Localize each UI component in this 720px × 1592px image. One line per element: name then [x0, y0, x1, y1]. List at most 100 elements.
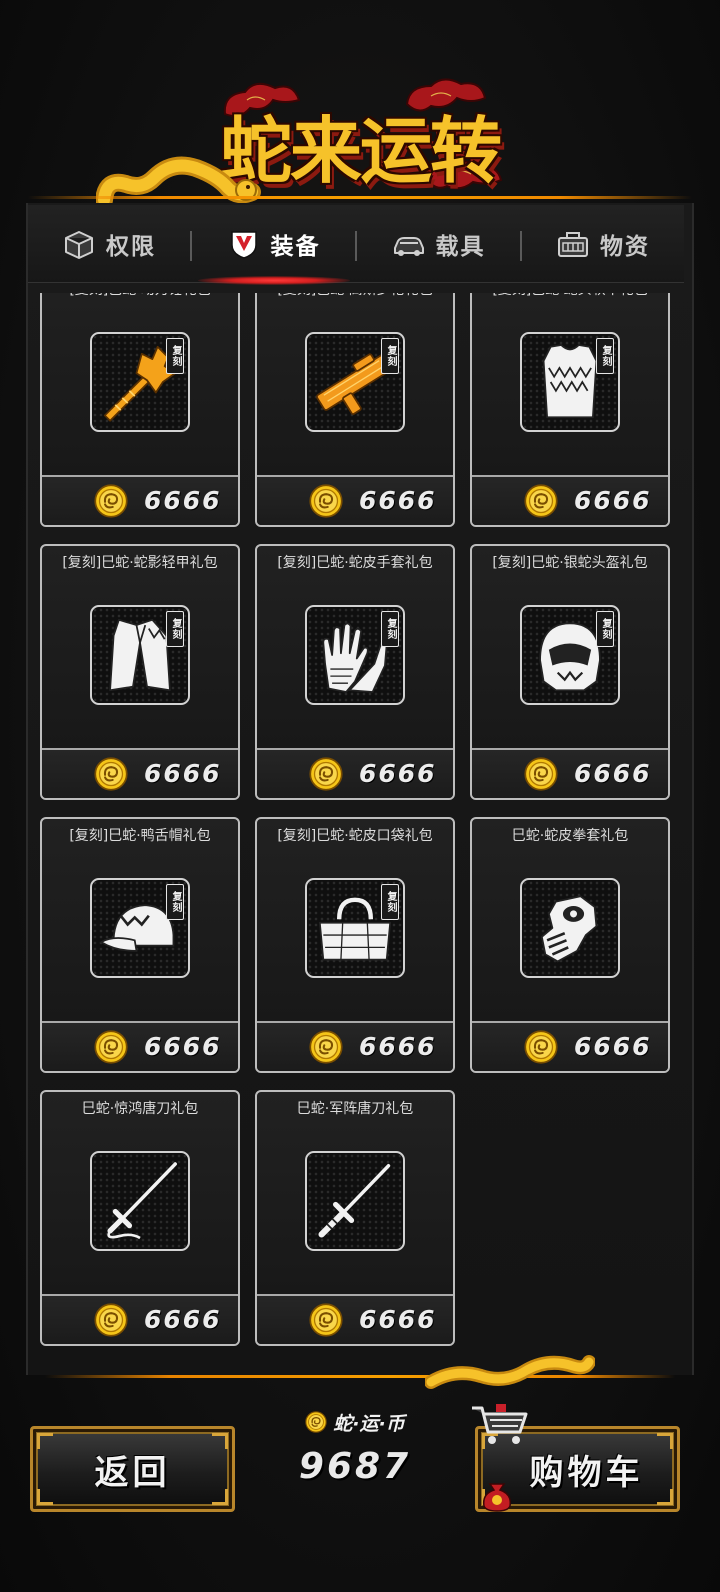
reissue-badge: 复刻 — [381, 338, 399, 374]
red-pouch-icon — [482, 1483, 512, 1512]
snake-coin-icon — [94, 484, 128, 518]
item-image — [305, 1151, 405, 1251]
shop-screen: 蛇来运转 权限 装备 载具 物资 复刻 6666 复刻 6666 复刻 6666… — [0, 0, 720, 1592]
snake-coin-icon — [524, 484, 558, 518]
item-title: [复刻]巳蛇·动力锤礼包 — [42, 293, 238, 307]
tab-permissions[interactable]: 权限 — [28, 205, 190, 283]
back-button[interactable]: 返回 — [30, 1426, 235, 1512]
price-band: 6666 — [42, 1294, 238, 1344]
item-image: 复刻 — [520, 332, 620, 432]
currency-label: 蛇·运·币 — [333, 1412, 405, 1435]
price-band: 6666 — [472, 1021, 668, 1071]
item-title: [复刻]巳蛇·蛇皮手套礼包 — [277, 555, 433, 571]
item-price: 6666 — [574, 1032, 652, 1061]
price-band: 6666 — [472, 475, 668, 525]
price-band: 6666 — [472, 748, 668, 798]
item-price: 6666 — [359, 486, 437, 515]
item-card[interactable]: [复刻]巳蛇·蛇头软甲礼包 复刻 6666 — [470, 293, 670, 527]
snake-coin-icon — [524, 757, 558, 791]
reissue-badge: 复刻 — [166, 338, 184, 374]
category-tabs: 权限 装备 载具 物资 — [28, 205, 684, 283]
item-card[interactable]: [复刻]巳蛇·蛇皮手套礼包 复刻 6666 — [255, 544, 455, 800]
item-title: 巳蛇·军阵唐刀礼包 — [296, 1101, 414, 1117]
tab-equipment[interactable]: 装备 — [192, 205, 355, 283]
item-title: 巳蛇·蛇皮拳套礼包 — [511, 828, 629, 844]
frame-corner — [37, 1489, 53, 1505]
item-price: 6666 — [574, 486, 652, 515]
item-card[interactable]: 巳蛇·惊鸿唐刀礼包 6666 — [40, 1090, 240, 1346]
item-price: 6666 — [359, 1032, 437, 1061]
snake-coin-icon — [524, 1030, 558, 1064]
item-title: [复刻]巳蛇·蛇影轻甲礼包 — [62, 555, 218, 571]
item-card[interactable]: [复刻]巳蛇·银蛇头盔礼包 复刻 6666 — [470, 544, 670, 800]
reissue-badge: 复刻 — [166, 611, 184, 647]
item-image — [90, 1151, 190, 1251]
reissue-badge: 复刻 — [596, 611, 614, 647]
snake-coin-icon — [305, 1411, 327, 1433]
snake-coin-icon — [309, 1030, 343, 1064]
tab-label: 权限 — [106, 234, 156, 260]
sword-icon — [318, 1164, 391, 1238]
tab-supplies[interactable]: 物资 — [522, 205, 684, 283]
item-title: 巳蛇·惊鸿唐刀礼包 — [81, 1101, 199, 1117]
snake-coin-icon — [94, 757, 128, 791]
tab-label: 物资 — [600, 234, 650, 260]
frame-corner — [657, 1489, 673, 1505]
frame-corner — [657, 1433, 673, 1449]
item-title: [复刻]巳蛇·高斯步枪礼包 — [257, 293, 453, 307]
snake-coin-icon — [94, 1303, 128, 1337]
active-tab-indicator — [198, 276, 350, 285]
item-card[interactable]: [复刻]巳蛇·高斯步枪礼包 复刻 6666 — [255, 293, 455, 527]
item-image: 复刻 — [305, 605, 405, 705]
item-image: 复刻 — [305, 332, 405, 432]
golden-snake-decoration — [425, 1355, 595, 1389]
fist-icon — [540, 895, 598, 963]
reissue-badge: 复刻 — [166, 884, 184, 920]
item-card[interactable]: [复刻]巳蛇·蛇影轻甲礼包 复刻 6666 — [40, 544, 240, 800]
frame-corner — [212, 1489, 228, 1505]
item-price: 6666 — [574, 759, 652, 788]
item-price: 6666 — [144, 759, 222, 788]
price-band: 6666 — [257, 1021, 453, 1071]
item-card[interactable]: [复刻]巳蛇·动力锤礼包 复刻 6666 — [40, 293, 240, 527]
currency-header: 蛇·运·币 — [255, 1408, 455, 1436]
item-image: 复刻 — [90, 332, 190, 432]
tab-label: 装备 — [270, 234, 321, 260]
item-card[interactable]: [复刻]巳蛇·蛇皮口袋礼包 复刻 6666 — [255, 817, 455, 1073]
price-band: 6666 — [257, 1294, 453, 1344]
item-card[interactable]: 巳蛇·军阵唐刀礼包 6666 — [255, 1090, 455, 1346]
item-image: 复刻 — [90, 605, 190, 705]
price-band: 6666 — [42, 1021, 238, 1071]
item-card[interactable]: 巳蛇·蛇皮拳套礼包 6666 — [470, 817, 670, 1073]
tab-label: 载具 — [435, 234, 486, 260]
item-title: [复刻]巳蛇·蛇皮口袋礼包 — [277, 828, 433, 844]
reissue-badge: 复刻 — [381, 611, 399, 647]
back-label: 返回 — [94, 1452, 171, 1493]
header-divider — [28, 196, 692, 199]
item-grid[interactable]: [复刻]巳蛇·动力锤礼包 复刻 6666 [复刻]巳蛇·高斯步枪礼包 — [28, 293, 692, 1373]
frame-corner — [212, 1433, 228, 1449]
item-price: 6666 — [359, 1305, 437, 1334]
price-band: 6666 — [42, 748, 238, 798]
item-price: 6666 — [359, 759, 437, 788]
tab-vehicles[interactable]: 载具 — [357, 205, 520, 283]
car-icon — [393, 237, 424, 256]
item-image: 复刻 — [520, 605, 620, 705]
cart-label: 购物车 — [529, 1452, 644, 1493]
item-image: 复刻 — [305, 878, 405, 978]
item-price: 6666 — [144, 486, 222, 515]
price-band: 6666 — [257, 475, 453, 525]
reissue-badge: 复刻 — [381, 884, 399, 920]
reissue-badge: 复刻 — [596, 338, 614, 374]
item-title: [复刻]巳蛇·蛇头软甲礼包 — [472, 293, 668, 307]
snake-coin-icon — [94, 1030, 128, 1064]
sword-icon — [107, 1162, 177, 1240]
item-title: [复刻]巳蛇·银蛇头盔礼包 — [492, 555, 648, 571]
crate-icon — [558, 232, 588, 257]
item-title: [复刻]巳蛇·鸭舌帽礼包 — [69, 828, 211, 844]
cart-icon — [472, 1404, 528, 1444]
frame-corner — [37, 1433, 53, 1449]
currency-balance: 9687 — [298, 1446, 412, 1487]
box-icon — [65, 231, 93, 259]
item-card[interactable]: [复刻]巳蛇·鸭舌帽礼包 复刻 6666 — [40, 817, 240, 1073]
